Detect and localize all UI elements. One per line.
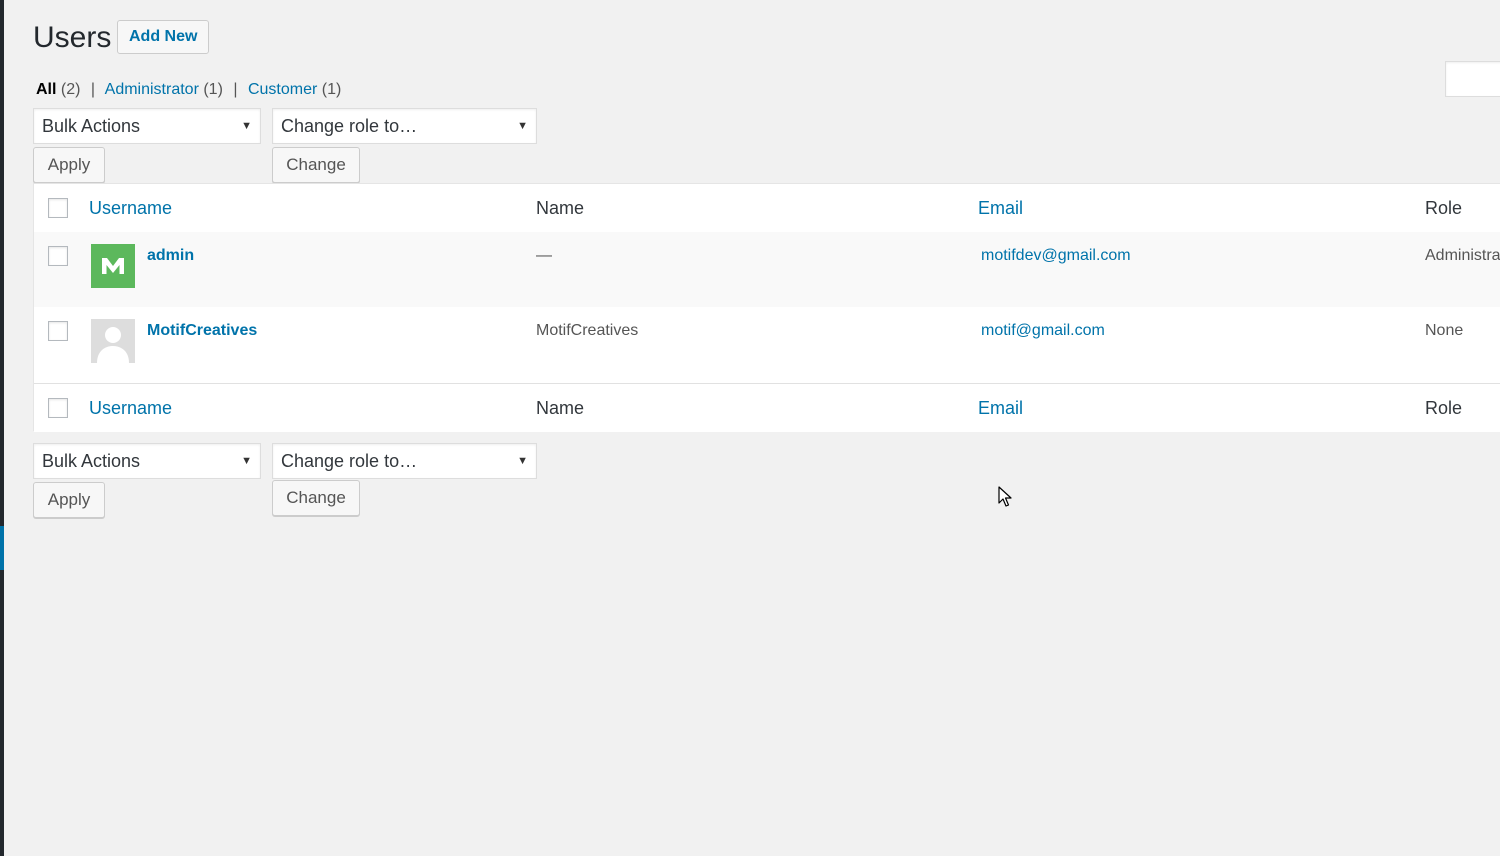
table-header: Username Name Email Role (34, 184, 1500, 233)
dropdown-arrow-icon: ▼ (517, 455, 528, 467)
select-all-checkbox[interactable] (48, 398, 68, 418)
bulk-actions-value: Bulk Actions (42, 116, 141, 136)
table-footer: Username Name Email Role (34, 383, 1500, 432)
column-username-sort[interactable]: Username (89, 198, 172, 219)
filter-all-count: (2) (60, 81, 81, 98)
username-link[interactable]: MotifCreatives (147, 322, 257, 340)
default-user-icon (97, 327, 129, 363)
email-link[interactable]: motif@gmail.com (981, 322, 1105, 340)
users-table: Username Name Email Role admin — motifde… (33, 183, 1500, 432)
column-email-sort[interactable]: Email (978, 398, 1023, 419)
avatar (91, 244, 135, 288)
sidebar-active-indicator (0, 526, 4, 570)
row-checkbox[interactable] (48, 321, 68, 341)
column-username-sort[interactable]: Username (89, 398, 172, 419)
name-cell: MotifCreatives (536, 322, 639, 339)
table-row: admin — motifdev@gmail.com Administrator (34, 232, 1500, 307)
filter-separator: | (233, 81, 238, 98)
role-cell: None (1425, 322, 1464, 339)
email-link[interactable]: motifdev@gmail.com (981, 247, 1131, 265)
apply-button-bottom[interactable]: Apply (33, 482, 105, 518)
bulk-actions-select-top[interactable]: Bulk Actions ▼ (33, 108, 261, 144)
username-link[interactable]: admin (147, 247, 194, 265)
dropdown-arrow-icon: ▼ (517, 120, 528, 132)
change-role-select-bottom[interactable]: Change role to… ▼ (272, 443, 537, 479)
change-role-value: Change role to… (281, 451, 418, 471)
column-name: Name (536, 398, 585, 418)
column-role: Role (1425, 198, 1463, 218)
role-cell: Administrator (1425, 247, 1500, 264)
motif-logo-icon (102, 258, 124, 274)
column-role: Role (1425, 398, 1463, 418)
filter-administrator[interactable]: Administrator (105, 81, 199, 98)
change-button-top[interactable]: Change (272, 147, 360, 183)
search-users-input[interactable] (1445, 61, 1500, 97)
change-role-value: Change role to… (281, 116, 418, 136)
column-email-sort[interactable]: Email (978, 198, 1023, 219)
bulk-actions-value: Bulk Actions (42, 451, 141, 471)
admin-sidebar-edge (0, 0, 4, 856)
change-role-select-top[interactable]: Change role to… ▼ (272, 108, 537, 144)
dropdown-arrow-icon: ▼ (241, 455, 252, 467)
row-checkbox[interactable] (48, 246, 68, 266)
table-row: MotifCreatives MotifCreatives motif@gmai… (34, 307, 1500, 382)
page-title: Users (33, 21, 112, 54)
role-filter-links: All (2) | Administrator (1) | Customer (… (36, 79, 341, 101)
dropdown-arrow-icon: ▼ (241, 120, 252, 132)
name-cell: — (536, 247, 552, 264)
add-new-button[interactable]: Add New (117, 20, 210, 54)
column-name: Name (536, 198, 585, 218)
filter-customer[interactable]: Customer (248, 81, 317, 98)
filter-administrator-count: (1) (203, 81, 223, 98)
filter-customer-count: (1) (321, 81, 342, 98)
mouse-cursor-icon (998, 486, 1012, 507)
bulk-actions-select-bottom[interactable]: Bulk Actions ▼ (33, 443, 261, 479)
avatar (91, 319, 135, 363)
change-button-bottom[interactable]: Change (272, 480, 360, 516)
filter-all[interactable]: All (36, 81, 56, 98)
filter-separator: | (90, 81, 96, 98)
apply-button-top[interactable]: Apply (33, 147, 105, 183)
select-all-checkbox[interactable] (48, 198, 68, 218)
